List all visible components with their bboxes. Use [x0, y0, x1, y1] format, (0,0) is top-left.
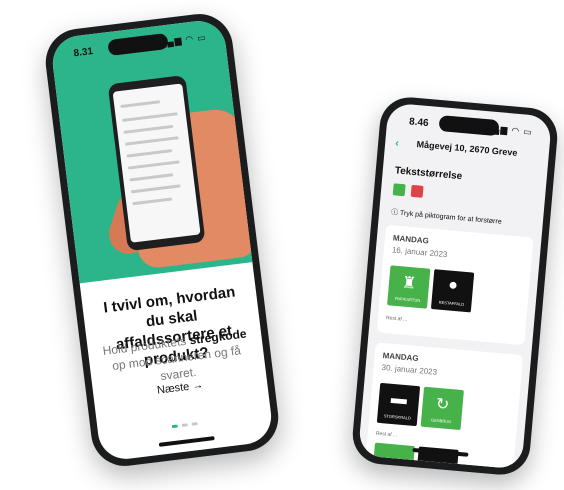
- bin-caption: GENBRUG: [430, 417, 452, 425]
- pickup-extra: Rest af ...: [375, 430, 398, 439]
- address-header: ‹ Mågevej 10, 2670 Greve: [384, 136, 549, 170]
- text-size-label: Tekststørrelse: [394, 165, 463, 183]
- illustrated-phone-screen: [112, 83, 201, 243]
- bin-caption: STORSKRALD: [383, 413, 412, 421]
- recycle-icon: ↻: [435, 395, 451, 414]
- enlarge-hint: ⓘ Tryk på piktogram for at forstørre: [390, 209, 502, 226]
- pickup-weekday: MANDAG: [382, 350, 419, 364]
- address-title: Mågevej 10, 2670 Greve: [416, 139, 518, 158]
- pickup-card: MANDAG 16. januar 2023 ♜ PAP/KARTON ● RE…: [376, 224, 534, 346]
- bag-icon: ●: [447, 276, 459, 295]
- bin-tile-recycling[interactable]: ↻ GENBRUG: [420, 386, 464, 431]
- sofa-icon: ▬: [390, 389, 408, 409]
- page-indicator: [97, 403, 272, 442]
- pickup-extra: Rest af ...: [385, 315, 408, 323]
- pickup-date: 16. januar 2023: [391, 245, 448, 260]
- status-time: 8.46: [408, 116, 430, 130]
- pickup-date: 30. januar 2023: [381, 362, 438, 377]
- bin-caption: RESTAFFALD: [438, 299, 465, 307]
- cardboard-icon: ♜: [401, 274, 417, 293]
- page-dot[interactable]: [191, 422, 198, 426]
- bin-tile-bulky[interactable]: ▬ STORSKRALD: [376, 382, 421, 427]
- text-size-small-button[interactable]: [392, 183, 406, 197]
- onboarding-phone: 8.31 ▂▄▆ ◠ ▭ I tvivl om, hvordan du skal…: [41, 10, 283, 470]
- status-time: 8.31: [72, 46, 94, 60]
- page-dot[interactable]: [181, 423, 188, 427]
- back-icon[interactable]: ‹: [395, 137, 400, 149]
- bin-caption: PAP/KARTON: [394, 295, 421, 304]
- bin-tile-next[interactable]: [373, 442, 415, 467]
- page-dot[interactable]: [171, 424, 178, 429]
- bin-tile-residual[interactable]: ● RESTAFFALD: [430, 269, 475, 313]
- text-size-large-button[interactable]: [410, 184, 424, 198]
- pickup-weekday: MANDAG: [392, 233, 430, 246]
- status-icons: ▂▄▆ ◠ ▭: [484, 123, 534, 138]
- calendar-phone: 8.46 ▂▄▆ ◠ ▭ ‹ Mågevej 10, 2670 Greve Te…: [350, 94, 560, 478]
- calendar-screen: 8.46 ▂▄▆ ◠ ▭ ‹ Mågevej 10, 2670 Greve Te…: [357, 102, 553, 470]
- onboarding-screen: 8.31 ▂▄▆ ◠ ▭ I tvivl om, hvordan du skal…: [49, 17, 275, 463]
- bin-tile-cardboard[interactable]: ♜ PAP/KARTON: [387, 265, 431, 309]
- home-indicator: [158, 436, 215, 447]
